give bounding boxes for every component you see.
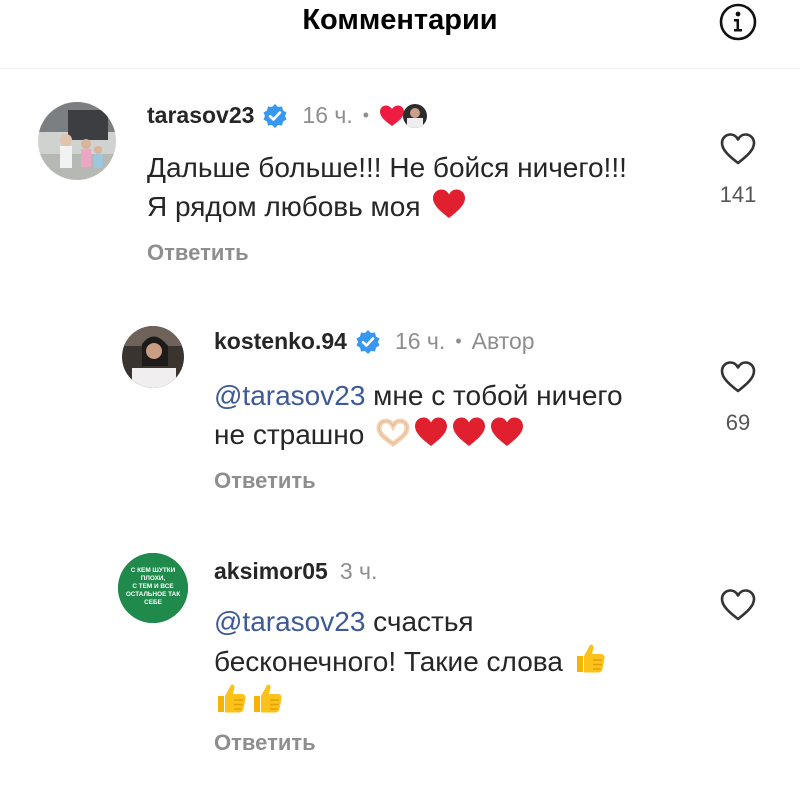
comment-line-text: бесконечного! Такие слова	[214, 646, 563, 677]
like-heart-icon[interactable]	[720, 588, 756, 622]
comment-line-text: Я рядом любовь моя	[147, 191, 421, 222]
comment-line-text: счастья	[365, 606, 474, 637]
creator-avatar	[403, 103, 428, 128]
comment-text: Дальше больше!!! Не бойся ничего!!! Я ря…	[147, 148, 627, 226]
comment-line: не страшно	[214, 415, 623, 454]
reply-button[interactable]: Ответить	[214, 730, 316, 756]
red-heart-emoji-icon	[414, 416, 448, 448]
avatar-text-line: С КЕМ ШУТКИ	[131, 567, 176, 574]
comment-text: @tarasov23 мне с тобой ничего не страшно	[214, 376, 623, 454]
comment-meta: tarasov23 16 ч. •	[147, 102, 428, 129]
thumbs-up-emoji-icon	[214, 681, 248, 715]
avatar[interactable]: С КЕМ ШУТКИ ПЛОХИ, С ТЕМ И ВСЕ ОСТАЛЬНОЕ…	[118, 553, 188, 623]
verified-badge-icon	[262, 103, 288, 129]
thumbs-up-emoji-icon	[250, 681, 284, 715]
author-label: Автор	[471, 328, 535, 354]
timestamp: 3 ч.	[339, 558, 378, 584]
avatar-text-line: С ТЕМ И ВСЕ	[132, 583, 174, 590]
reply-button[interactable]: Ответить	[147, 240, 249, 266]
comment-line	[214, 681, 607, 720]
avatar[interactable]	[122, 326, 184, 388]
creator-liked-heart-icon	[379, 104, 405, 128]
username[interactable]: tarasov23	[147, 102, 254, 129]
info-icon[interactable]	[718, 2, 758, 42]
comment-line: Я рядом любовь моя	[147, 187, 627, 226]
heart-hands-emoji-icon	[376, 418, 410, 448]
separator-dot: •	[362, 105, 370, 125]
like-heart-icon[interactable]	[720, 132, 756, 166]
verified-badge-icon	[355, 329, 381, 355]
comment-meta: aksimor05 3 ч.	[214, 558, 377, 585]
comment-text: @tarasov23 счастья бесконечного! Такие с…	[214, 602, 607, 720]
header-bar: Комментарии	[0, 0, 800, 69]
comment-line: бесконечного! Такие слова	[214, 641, 607, 681]
username[interactable]: kostenko.94	[214, 328, 347, 355]
comment-meta: kostenko.94 16 ч. • Автор	[214, 328, 535, 355]
red-heart-emoji-icon	[452, 416, 486, 448]
comment-line: Дальше больше!!! Не бойся ничего!!!	[147, 152, 627, 183]
comment-line-text: не страшно	[214, 419, 365, 450]
like-count: 69	[725, 410, 751, 435]
comment-line-text: мне с тобой ничего	[365, 380, 623, 411]
page-title: Комментарии	[302, 4, 498, 36]
avatar[interactable]	[38, 102, 116, 180]
like-count: 141	[719, 182, 757, 207]
like-heart-icon[interactable]	[720, 360, 756, 394]
avatar-text-line: ПЛОХИ,	[141, 575, 166, 582]
avatar-text-line: СЕБЕ	[144, 599, 162, 606]
red-heart-emoji-icon	[432, 188, 466, 220]
separator-dot: •	[455, 331, 462, 351]
timestamp: 16 ч.	[394, 328, 446, 354]
reply-button[interactable]: Ответить	[214, 468, 316, 494]
comment-line: @tarasov23 мне с тобой ничего	[214, 376, 623, 415]
thumbs-up-emoji-icon	[573, 641, 607, 675]
mention-link[interactable]: @tarasov23	[214, 606, 365, 637]
username[interactable]: aksimor05	[214, 558, 328, 585]
comment-line: @tarasov23 счастья	[214, 602, 607, 641]
red-heart-emoji-icon	[490, 416, 524, 448]
mention-link[interactable]: @tarasov23	[214, 380, 365, 411]
avatar-text-line: ОСТАЛЬНОЕ ТАК	[126, 591, 180, 598]
timestamp: 16 ч.	[302, 102, 353, 128]
avatar-text-graphic: С КЕМ ШУТКИ ПЛОХИ, С ТЕМ И ВСЕ ОСТАЛЬНОЕ…	[118, 553, 188, 623]
